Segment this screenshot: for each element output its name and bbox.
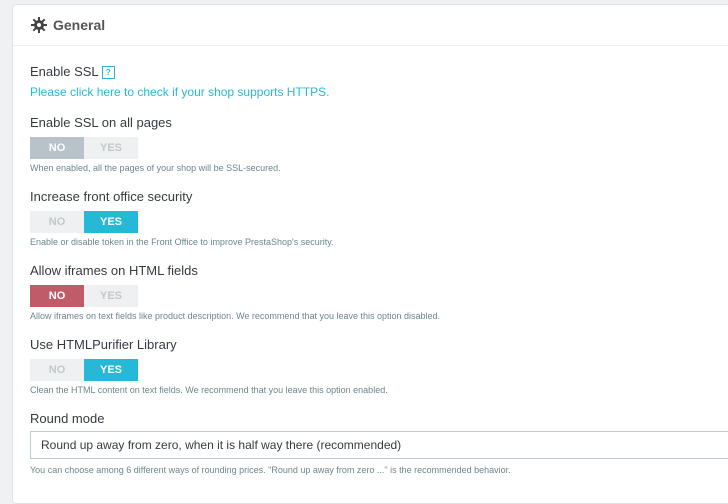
front-security-label: Increase front office security xyxy=(30,189,193,204)
panel-heading: General xyxy=(13,5,728,46)
switch-no-option[interactable]: NO xyxy=(30,285,84,307)
iframes-label: Allow iframes on HTML fields xyxy=(30,263,198,278)
switch-yes-option[interactable]: YES xyxy=(84,211,138,233)
iframes-hint: Allow iframes on text fields like produc… xyxy=(30,311,441,321)
ssl-all-pages-switch[interactable]: NO YES xyxy=(30,137,138,159)
enable-ssl-text: Enable SSL xyxy=(30,64,99,79)
general-panel: General xyxy=(12,4,728,504)
panel-title: General xyxy=(53,17,106,33)
ssl-all-pages-hint: When enabled, all the pages of your shop… xyxy=(30,163,281,173)
round-mode-label: Round mode xyxy=(30,411,105,426)
switch-no-option[interactable]: NO xyxy=(30,137,84,159)
switch-yes-option[interactable]: YES xyxy=(84,359,138,381)
gear-icon xyxy=(31,17,47,33)
front-security-switch[interactable]: NO YES xyxy=(30,211,138,233)
round-mode-hint: You can choose among 6 different ways of… xyxy=(30,465,511,475)
enable-ssl-label: Enable SSL? xyxy=(30,64,115,80)
ssl-all-pages-label: Enable SSL on all pages xyxy=(30,115,172,130)
purifier-hint: Clean the HTML content on text fields. W… xyxy=(30,385,388,395)
purifier-label: Use HTMLPurifier Library xyxy=(30,337,177,352)
front-security-hint: Enable or disable token in the Front Off… xyxy=(30,237,334,247)
help-icon[interactable]: ? xyxy=(101,66,115,80)
switch-yes-option[interactable]: YES xyxy=(84,137,138,159)
iframes-switch[interactable]: NO YES xyxy=(30,285,138,307)
purifier-switch[interactable]: NO YES xyxy=(30,359,138,381)
round-mode-select[interactable]: Round up away from zero, when it is half… xyxy=(30,431,728,459)
switch-no-option[interactable]: NO xyxy=(30,211,84,233)
switch-no-option[interactable]: NO xyxy=(30,359,84,381)
switch-yes-option[interactable]: YES xyxy=(84,285,138,307)
check-https-link[interactable]: Please click here to check if your shop … xyxy=(30,85,329,99)
